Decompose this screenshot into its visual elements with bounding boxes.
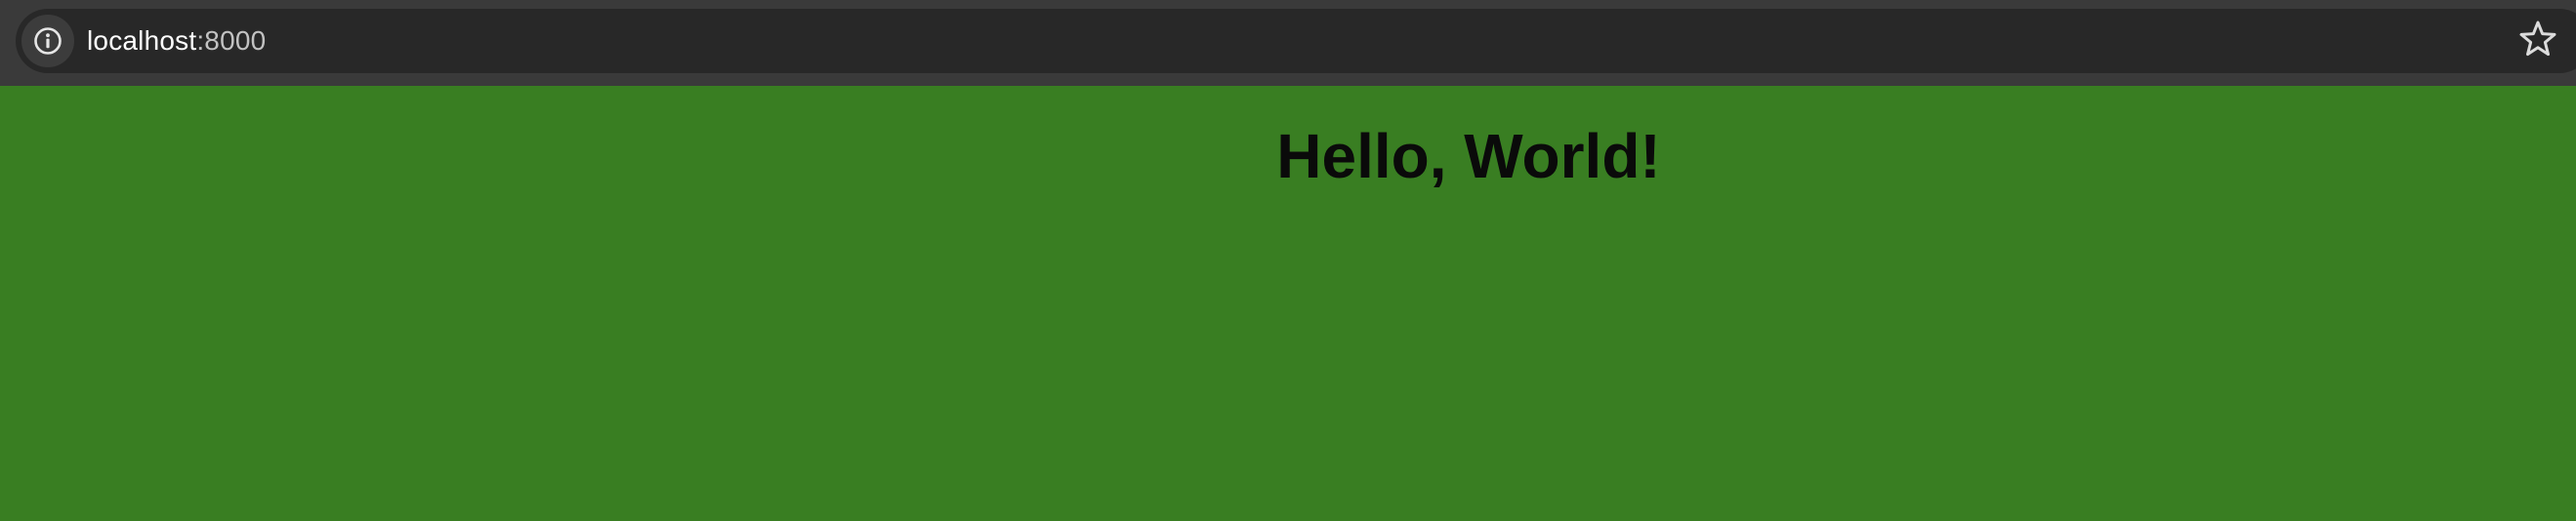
star-outline-icon xyxy=(2517,20,2558,63)
address-bar[interactable]: localhost:8000 xyxy=(16,9,2576,73)
bookmark-button[interactable] xyxy=(2517,19,2558,60)
browser-toolbar: localhost:8000 xyxy=(0,0,2576,86)
page-content: Hello, World! xyxy=(0,86,2576,521)
url-text[interactable]: localhost:8000 xyxy=(87,9,266,73)
url-port: :8000 xyxy=(196,25,267,56)
site-info-button[interactable] xyxy=(21,15,74,67)
url-host: localhost xyxy=(87,25,197,56)
page-heading: Hello, World! xyxy=(1276,121,1661,191)
